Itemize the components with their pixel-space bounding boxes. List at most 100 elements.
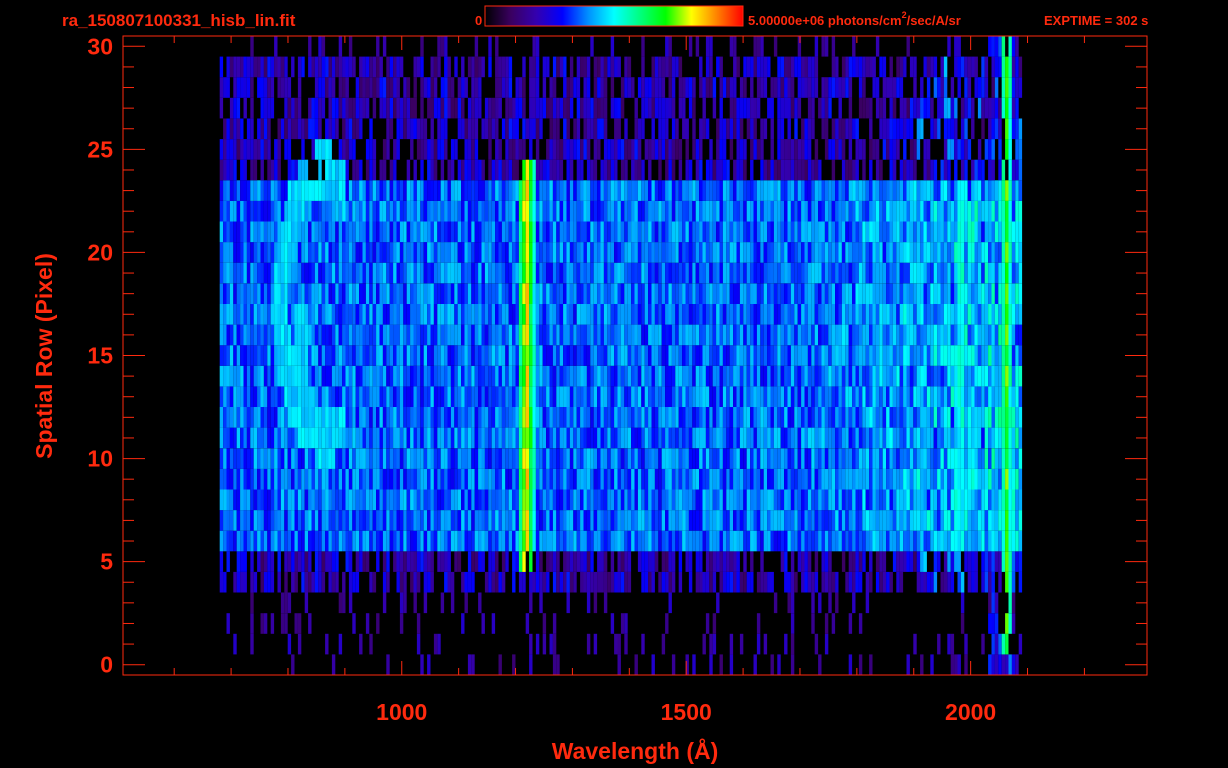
heatmap-cell bbox=[325, 159, 329, 181]
heatmap-cell bbox=[437, 427, 441, 449]
heatmap-cell bbox=[532, 221, 536, 243]
heatmap-cell bbox=[257, 468, 261, 490]
heatmap-cell bbox=[682, 365, 686, 387]
heatmap-cell bbox=[467, 551, 472, 572]
heatmap-cell bbox=[580, 200, 584, 222]
heatmap-cell bbox=[722, 571, 727, 593]
heatmap-cell bbox=[270, 242, 275, 263]
heatmap-cell bbox=[627, 139, 632, 160]
heatmap-cell bbox=[729, 262, 734, 284]
heatmap-cell bbox=[709, 180, 713, 201]
heatmap-cell bbox=[236, 407, 241, 428]
heatmap-cell bbox=[794, 407, 798, 428]
heatmap-cell bbox=[797, 262, 802, 284]
heatmap-cell bbox=[301, 200, 305, 222]
heatmap-cell bbox=[865, 510, 870, 531]
heatmap-cell bbox=[872, 427, 876, 449]
heatmap-cell bbox=[420, 180, 424, 201]
heatmap-cell bbox=[226, 510, 230, 531]
heatmap-cell bbox=[661, 304, 666, 325]
heatmap-cell bbox=[246, 304, 251, 325]
heatmap-cell bbox=[600, 159, 604, 181]
heatmap-cell bbox=[705, 304, 710, 325]
heatmap-cell bbox=[845, 262, 849, 284]
heatmap-cell bbox=[603, 283, 608, 305]
heatmap-cell bbox=[325, 427, 329, 449]
heatmap-cell bbox=[280, 77, 285, 98]
heatmap-cell bbox=[852, 386, 856, 408]
heatmap-cell bbox=[546, 386, 550, 408]
heatmap-cell bbox=[491, 530, 496, 552]
heatmap-cell bbox=[824, 77, 829, 98]
heatmap-cell bbox=[804, 77, 808, 98]
heatmap-cell bbox=[529, 468, 533, 490]
heatmap-cell bbox=[478, 345, 482, 366]
heatmap-cell bbox=[620, 613, 625, 634]
heatmap-cell bbox=[386, 386, 390, 408]
heatmap-cell bbox=[899, 345, 904, 366]
heatmap-cell bbox=[675, 242, 679, 263]
heatmap-cell bbox=[824, 551, 829, 572]
heatmap-cell bbox=[787, 221, 791, 243]
heatmap-cell bbox=[345, 97, 349, 119]
heatmap-cell bbox=[722, 283, 727, 305]
heatmap-cell bbox=[665, 262, 669, 284]
heatmap-cell bbox=[457, 551, 462, 572]
heatmap-cell bbox=[722, 200, 727, 222]
heatmap-cell bbox=[872, 180, 876, 201]
heatmap-cell bbox=[369, 365, 373, 387]
heatmap-cell bbox=[447, 304, 451, 325]
heatmap-cell bbox=[688, 365, 693, 387]
heatmap-cell bbox=[620, 180, 625, 201]
heatmap-cell bbox=[770, 159, 774, 181]
heatmap-cell bbox=[413, 510, 417, 531]
heatmap-cell bbox=[685, 489, 689, 511]
heatmap-cell bbox=[257, 200, 261, 222]
heatmap-cell bbox=[495, 510, 499, 531]
heatmap-cell bbox=[607, 262, 611, 284]
heatmap-cell bbox=[753, 386, 757, 408]
heatmap-cell bbox=[488, 530, 492, 552]
heatmap-cell bbox=[535, 283, 540, 305]
heatmap-cell bbox=[600, 77, 604, 98]
heatmap-cell bbox=[872, 139, 876, 160]
heatmap-cell bbox=[236, 200, 241, 222]
heatmap-cell bbox=[342, 159, 346, 181]
heatmap-cell bbox=[835, 200, 839, 222]
heatmap-cell bbox=[345, 262, 349, 284]
heatmap-cell bbox=[253, 427, 258, 449]
heatmap-cell bbox=[753, 242, 757, 263]
heatmap-cell bbox=[253, 468, 258, 490]
heatmap-cell bbox=[821, 77, 825, 98]
heatmap-cell bbox=[576, 365, 581, 387]
heatmap-cell bbox=[807, 200, 812, 222]
heatmap-cell bbox=[260, 448, 264, 469]
heatmap-cell bbox=[393, 56, 397, 78]
heatmap-cell bbox=[875, 386, 880, 408]
heatmap-cell bbox=[369, 180, 373, 201]
heatmap-cell bbox=[651, 571, 655, 593]
heatmap-cell bbox=[335, 448, 339, 469]
heatmap-cell bbox=[529, 633, 533, 655]
heatmap-cell bbox=[712, 324, 717, 346]
heatmap-cell bbox=[294, 221, 298, 243]
heatmap-cell bbox=[801, 118, 805, 140]
heatmap-cell bbox=[858, 283, 863, 305]
heatmap-cell bbox=[671, 427, 676, 449]
heatmap-cell bbox=[807, 448, 812, 469]
heatmap-cell bbox=[576, 242, 581, 263]
heatmap-cell bbox=[474, 77, 479, 98]
heatmap-cell bbox=[491, 386, 496, 408]
heatmap-cell bbox=[794, 468, 798, 490]
heatmap-cell bbox=[359, 118, 363, 140]
heatmap-cell bbox=[763, 262, 768, 284]
heatmap-cell bbox=[515, 118, 519, 140]
heatmap-cell bbox=[777, 77, 781, 98]
heatmap-cell bbox=[576, 468, 581, 490]
heatmap-cell bbox=[729, 97, 734, 119]
heatmap-cell bbox=[614, 448, 618, 469]
heatmap-cell bbox=[294, 571, 298, 593]
heatmap-cell bbox=[474, 510, 479, 531]
heatmap-cell bbox=[580, 365, 584, 387]
heatmap-cell bbox=[729, 304, 734, 325]
